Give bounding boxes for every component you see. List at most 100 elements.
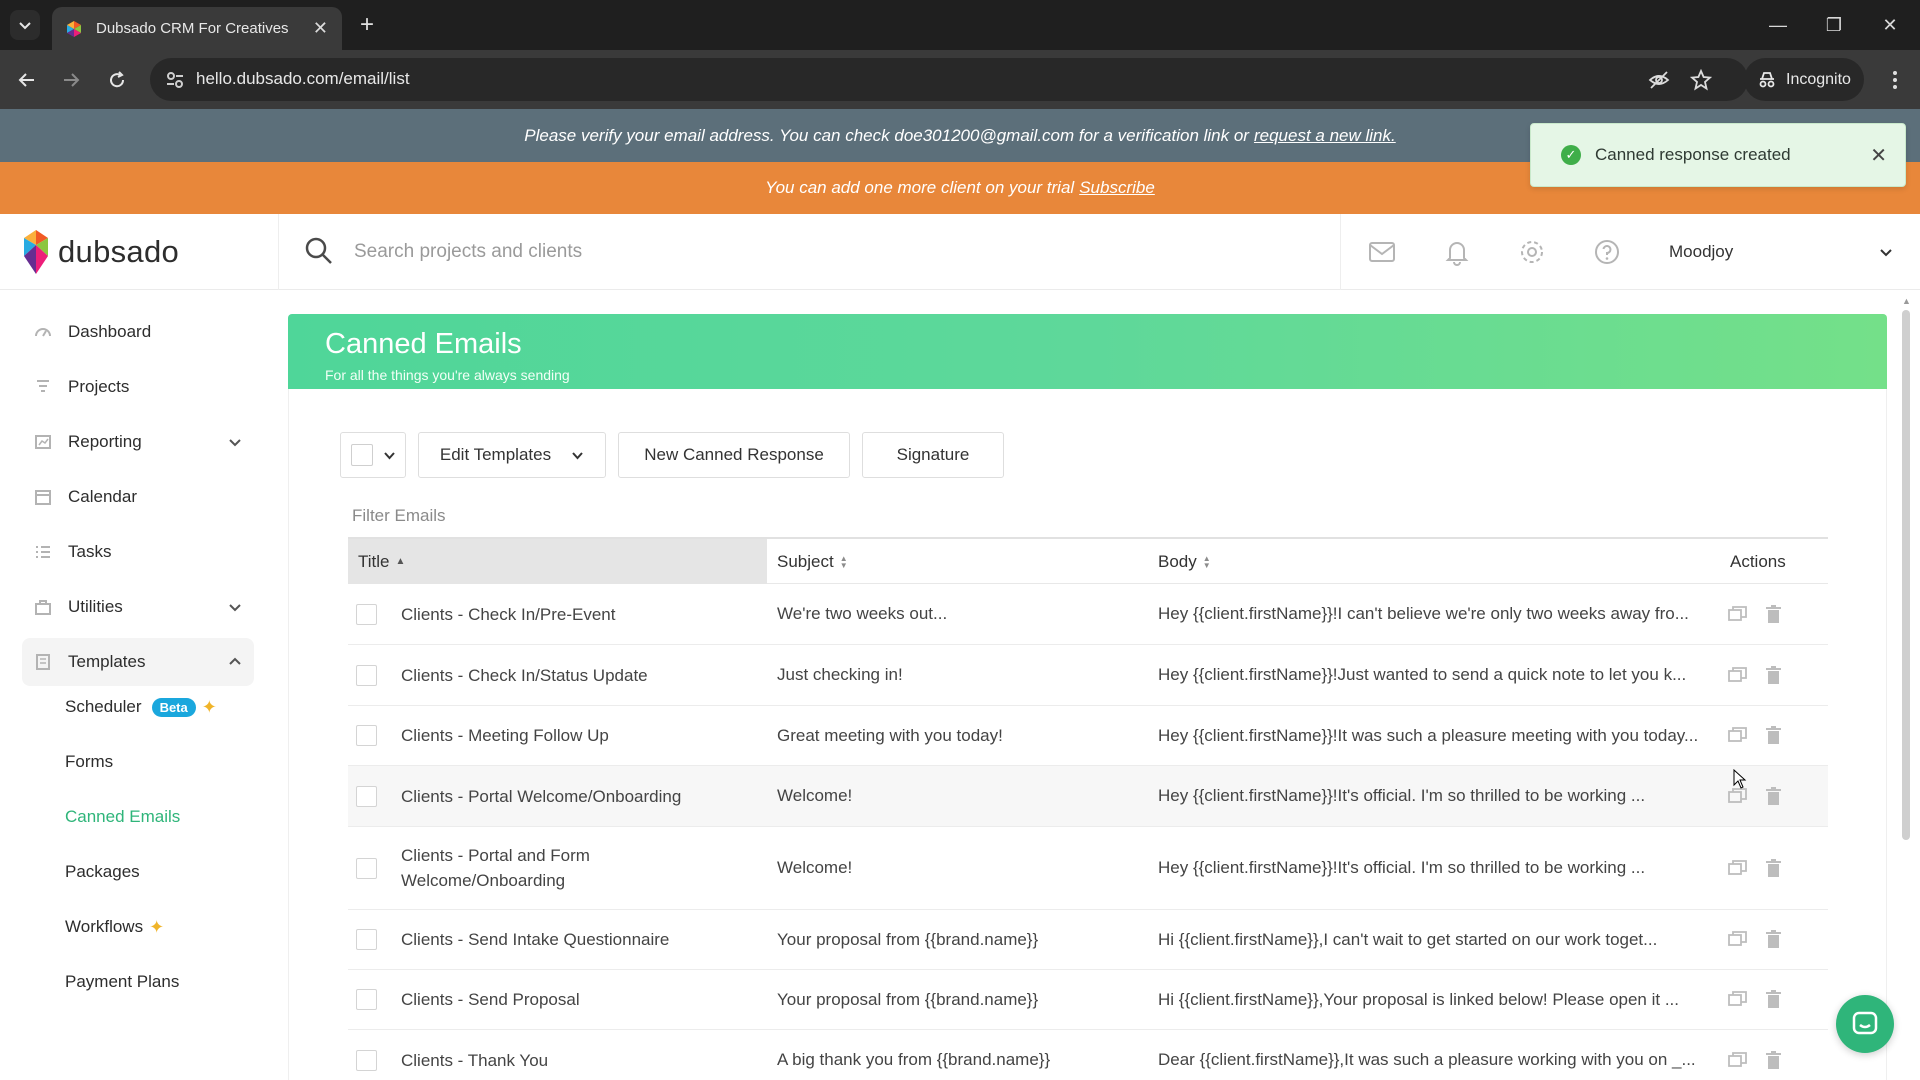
duplicate-icon[interactable] <box>1728 726 1747 745</box>
row-title[interactable]: Clients - Check In/Status Update <box>401 645 741 705</box>
eye-off-icon[interactable] <box>1648 69 1670 91</box>
signature-button[interactable]: Signature <box>862 432 1004 478</box>
search-icon[interactable] <box>304 236 334 266</box>
sidebar-item-utilities[interactable]: Utilities <box>22 583 254 631</box>
row-checkbox[interactable] <box>356 664 377 686</box>
sidebar-item-tasks[interactable]: Tasks <box>22 528 254 576</box>
sidebar-subitem-workflows[interactable]: Workflows ✦ <box>65 912 164 942</box>
sidebar-subitem-payment-plans[interactable]: Payment Plans <box>65 967 179 997</box>
table-row[interactable]: Clients - Portal Welcome/Onboarding Welc… <box>348 766 1828 827</box>
row-checkbox[interactable] <box>356 989 377 1010</box>
duplicate-icon[interactable] <box>1728 605 1747 624</box>
url-text[interactable]: hello.dubsado.com/email/list <box>196 69 410 89</box>
trash-icon[interactable] <box>1764 604 1783 624</box>
toast-close-icon[interactable]: ✕ <box>1870 143 1887 168</box>
search-input[interactable] <box>354 234 1314 270</box>
row-checkbox[interactable] <box>356 857 377 879</box>
duplicate-icon[interactable] <box>1728 787 1747 806</box>
minimize-button[interactable]: — <box>1758 8 1798 42</box>
tab-close-icon[interactable]: ✕ <box>313 18 328 39</box>
close-window-button[interactable]: ✕ <box>1870 8 1910 42</box>
site-info-icon[interactable] <box>164 69 186 91</box>
scroll-up-arrow-icon[interactable]: ▲ <box>1902 296 1911 306</box>
row-checkbox[interactable] <box>356 929 377 950</box>
sidebar-subitem-packages[interactable]: Packages <box>65 857 140 887</box>
duplicate-icon[interactable] <box>1728 930 1747 949</box>
column-header-body[interactable]: Body ▲ ▼ <box>1158 539 1211 584</box>
omnibox[interactable]: hello.dubsado.com/email/list <box>150 58 1748 101</box>
new-tab-button[interactable]: + <box>352 10 382 40</box>
trash-icon[interactable] <box>1764 786 1783 806</box>
edit-templates-dropdown[interactable]: Edit Templates <box>418 432 606 478</box>
sidebar-item-dashboard[interactable]: Dashboard <box>22 308 254 356</box>
page-scrollbar-thumb[interactable] <box>1902 310 1910 840</box>
row-title[interactable]: Clients - Thank You <box>401 1030 741 1080</box>
row-title[interactable]: Clients - Send Intake Questionnaire <box>401 910 741 969</box>
bulk-select-dropdown[interactable] <box>340 432 406 478</box>
table-row[interactable]: Clients - Portal and Form Welcome/Onboar… <box>348 827 1828 910</box>
row-checkbox[interactable] <box>356 603 377 625</box>
mail-icon[interactable] <box>1368 238 1396 266</box>
help-icon[interactable] <box>1593 238 1621 266</box>
support-chat-button[interactable] <box>1836 995 1894 1053</box>
trash-icon[interactable] <box>1764 665 1783 685</box>
select-all-checkbox[interactable] <box>350 444 373 466</box>
column-header-title[interactable]: Title ▲ <box>348 539 767 584</box>
duplicate-icon[interactable] <box>1728 859 1747 878</box>
row-title[interactable]: Clients - Meeting Follow Up <box>401 706 741 765</box>
browser-menu-button[interactable] <box>1880 63 1910 97</box>
chevron-down-icon[interactable] <box>1878 244 1894 260</box>
browser-tab[interactable]: Dubsado CRM For Creatives ✕ <box>52 7 342 50</box>
forward-button[interactable] <box>54 63 88 97</box>
sort-ascending-icon: ▲ <box>395 556 406 567</box>
dubsado-logo[interactable]: dubsado <box>22 230 179 274</box>
tab-search-button[interactable] <box>10 10 40 40</box>
row-checkbox[interactable] <box>356 725 377 746</box>
trash-icon[interactable] <box>1764 726 1783 745</box>
back-button[interactable] <box>10 63 44 97</box>
trash-icon[interactable] <box>1764 1050 1783 1070</box>
filter-emails-input[interactable]: Filter Emails <box>352 506 446 526</box>
incognito-icon <box>1759 71 1775 87</box>
incognito-indicator[interactable]: Incognito <box>1744 58 1864 101</box>
restore-button[interactable]: ❐ <box>1814 8 1854 42</box>
column-header-label: Actions <box>1730 551 1786 571</box>
sidebar-subitem-forms[interactable]: Forms <box>65 747 113 777</box>
star-icon[interactable] <box>1690 69 1712 91</box>
row-body: Hey {{client.firstName}}!Just wanted to … <box>1158 665 1687 684</box>
subscribe-link[interactable]: Subscribe <box>1079 178 1155 198</box>
table-row[interactable]: Clients - Meeting Follow Up Great meetin… <box>348 706 1828 766</box>
user-menu-name[interactable]: Moodjoy <box>1669 242 1733 262</box>
chat-icon <box>1852 1011 1878 1035</box>
row-checkbox[interactable] <box>356 1049 377 1071</box>
trash-icon[interactable] <box>1764 990 1783 1009</box>
sidebar-item-projects[interactable]: Projects <box>22 363 254 411</box>
table-row[interactable]: Clients - Send Proposal Your proposal fr… <box>348 970 1828 1030</box>
sidebar-item-templates[interactable]: Templates <box>22 638 254 686</box>
sidebar-subitem-scheduler[interactable]: Scheduler Beta ✦ <box>65 692 217 722</box>
row-title[interactable]: Clients - Send Proposal <box>401 970 741 1029</box>
table-row[interactable]: Clients - Check In/Pre-Event We're two w… <box>348 584 1828 645</box>
duplicate-icon[interactable] <box>1728 1051 1747 1070</box>
bell-icon[interactable] <box>1443 238 1471 266</box>
row-title[interactable]: Clients - Portal Welcome/Onboarding <box>401 766 741 826</box>
sidebar-item-reporting[interactable]: Reporting <box>22 418 254 466</box>
gear-icon[interactable] <box>1518 238 1546 266</box>
trash-icon[interactable] <box>1764 858 1783 878</box>
duplicate-icon[interactable] <box>1728 990 1747 1009</box>
table-row[interactable]: Clients - Thank You A big thank you from… <box>348 1030 1828 1080</box>
sidebar-item-calendar[interactable]: Calendar <box>22 473 254 521</box>
row-title[interactable]: Clients - Check In/Pre-Event <box>401 584 741 644</box>
table-row[interactable]: Clients - Check In/Status Update Just ch… <box>348 645 1828 706</box>
reload-button[interactable] <box>100 63 134 97</box>
row-body: Hey {{client.firstName}}!It's official. … <box>1158 858 1646 877</box>
sidebar-subitem-canned-emails[interactable]: Canned Emails <box>65 802 180 832</box>
request-new-link[interactable]: request a new link. <box>1254 126 1396 146</box>
duplicate-icon[interactable] <box>1728 666 1747 685</box>
table-row[interactable]: Clients - Send Intake Questionnaire Your… <box>348 910 1828 970</box>
row-checkbox[interactable] <box>356 785 377 807</box>
new-canned-response-button[interactable]: New Canned Response <box>618 432 850 478</box>
row-title[interactable]: Clients - Portal and Form Welcome/Onboar… <box>401 827 631 909</box>
trash-icon[interactable] <box>1764 930 1783 949</box>
column-header-subject[interactable]: Subject ▲ ▼ <box>777 539 848 584</box>
